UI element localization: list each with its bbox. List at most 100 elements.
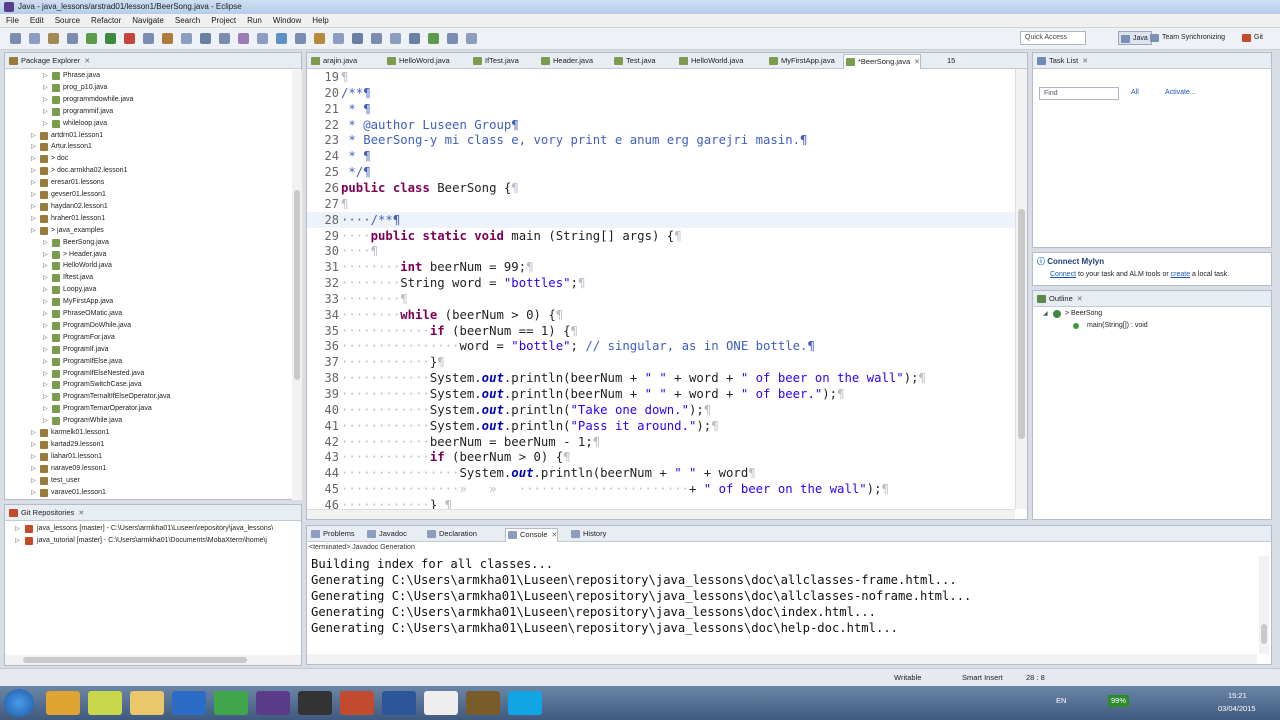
code-line[interactable]: 19 ¶ [307, 69, 1015, 85]
code-area[interactable]: 19 ¶ 20/**¶ 21 * ¶ 22 * @author Luseen Group… [307, 69, 1015, 509]
menu-refactor[interactable]: Refactor [85, 14, 126, 27]
toolbar-button-icon[interactable] [162, 33, 173, 44]
package-tree-item[interactable]: ▷ BeerSong.java [5, 237, 291, 249]
expand-arrow-icon[interactable]: ▷ [31, 439, 37, 451]
package-tree-item[interactable]: ▷ ProgramDoWhile.java [5, 320, 291, 332]
package-tree-item[interactable]: ▷ MyFirstApp.java [5, 296, 291, 308]
package-tree-item[interactable]: ▷ ProgramIfElse.java [5, 356, 291, 368]
code-line[interactable]: 39 ············System.out.println(beerNum… [307, 386, 1015, 402]
code-line[interactable]: 32 ········String word = "bottles";¶ [307, 275, 1015, 291]
package-tree-item[interactable]: ▷ > doc [5, 153, 291, 165]
package-tree-item[interactable]: ▷ Phrase.java [5, 70, 291, 82]
expand-arrow-icon[interactable]: ▷ [43, 260, 49, 272]
expand-arrow-icon[interactable]: ▷ [43, 308, 49, 320]
tool-icon[interactable] [88, 691, 122, 715]
mylyn-connect-link[interactable]: Connect [1050, 271, 1076, 278]
package-tree-item[interactable]: ▷ ProgramTernaltIfElseOperator.java [5, 391, 291, 403]
menu-run[interactable]: Run [241, 14, 267, 27]
expand-arrow-icon[interactable]: ▷ [43, 237, 49, 249]
close-icon[interactable]: ✕ [78, 510, 84, 517]
expand-arrow-icon[interactable]: ▷ [31, 165, 37, 177]
code-line[interactable]: 43 ············if (beerNum > 0) {¶ [307, 449, 1015, 465]
package-tree-item[interactable]: ▷ HelloWorld.java [5, 260, 291, 272]
toolbar-button-icon[interactable] [200, 33, 211, 44]
package-tree-item[interactable]: ▷ liahar01.lesson1 [5, 451, 291, 463]
editor-tab[interactable]: 15 [933, 54, 955, 69]
git-hscrollbar[interactable] [5, 655, 301, 665]
expand-arrow-icon[interactable]: ▷ [43, 403, 49, 415]
expand-arrow-icon[interactable]: ▷ [31, 427, 37, 439]
expand-arrow-icon[interactable]: ▷ [43, 70, 49, 82]
package-tree-item[interactable]: ▷ > doc.armkha02.lesson1 [5, 165, 291, 177]
toolbar-button-icon[interactable] [371, 33, 382, 44]
code-line[interactable]: 45 ················» » ··················… [307, 481, 1015, 497]
package-tree-item[interactable]: ▷ karmelk01.lesson1 [5, 427, 291, 439]
toolbar-button-icon[interactable] [219, 33, 230, 44]
editor-tab[interactable]: HelloWorld.java [677, 54, 743, 69]
perspective-git[interactable]: Git [1240, 31, 1266, 45]
close-icon[interactable]: ✕ [552, 532, 558, 539]
code-line[interactable]: 28 ····/**¶ [307, 211, 1015, 228]
bottom-tab-javadoc[interactable]: Javadoc [365, 528, 407, 542]
app-icon[interactable] [466, 691, 500, 715]
toolbar-button-icon[interactable] [143, 33, 154, 44]
document-icon[interactable] [424, 691, 458, 715]
package-tree-item[interactable]: ▷ haydan02.lesson1 [5, 201, 291, 213]
outline-class-node[interactable]: ◢ > BeerSong [1033, 308, 1263, 320]
package-tree-item[interactable]: ▷ kartad29.lesson1 [5, 439, 291, 451]
expand-arrow-icon[interactable]: ▷ [43, 118, 49, 130]
package-tree-item[interactable]: ▷ programmdowhile.java [5, 94, 291, 106]
task-filter-all[interactable]: All [1131, 89, 1139, 96]
editor-tab[interactable]: IfTest.java [471, 54, 519, 69]
expand-arrow-icon[interactable]: ▷ [43, 82, 49, 94]
package-tree-item[interactable]: ▷ whileloop.java [5, 118, 291, 130]
bottom-tab-history[interactable]: History [569, 528, 606, 542]
skype-icon[interactable] [508, 691, 542, 715]
menu-edit[interactable]: Edit [24, 14, 49, 27]
toolbar-button-icon[interactable] [257, 33, 268, 44]
scroll-thumb[interactable] [23, 657, 247, 663]
expand-arrow-icon[interactable]: ▷ [31, 463, 37, 475]
clock-time[interactable]: 15:21 [1228, 690, 1247, 702]
code-line[interactable]: 20/**¶ [307, 85, 1015, 101]
package-tree-item[interactable]: ▷ Artur.lesson1 [5, 141, 291, 153]
expand-arrow-icon[interactable]: ▷ [31, 201, 37, 213]
toolbar-button-icon[interactable] [466, 33, 477, 44]
menu-source[interactable]: Source [49, 14, 85, 27]
toolbar-button-icon[interactable] [67, 33, 78, 44]
toolbar-button-icon[interactable] [86, 33, 97, 44]
expand-arrow-icon[interactable]: ▷ [31, 487, 37, 499]
toolbar-button-icon[interactable] [352, 33, 363, 44]
expand-arrow-icon[interactable]: ▷ [43, 284, 49, 296]
expand-arrow-icon[interactable]: ▷ [43, 391, 49, 403]
toolbar-button-icon[interactable] [10, 33, 21, 44]
menu-project[interactable]: Project [205, 14, 241, 27]
word-icon[interactable] [382, 691, 416, 715]
toolbar-button-icon[interactable] [29, 33, 40, 44]
package-tree-item[interactable]: ▷ hraher01.lesson1 [5, 213, 291, 225]
expand-arrow-icon[interactable]: ▷ [43, 356, 49, 368]
toolbar-button-icon[interactable] [390, 33, 401, 44]
code-line[interactable]: 35 ············if (beerNum == 1) {¶ [307, 323, 1015, 339]
toolbar-button-icon[interactable] [314, 33, 325, 44]
code-line[interactable]: 41 ············System.out.println("Pass i… [307, 418, 1015, 434]
code-line[interactable]: 34 ········while (beerNum > 0) {¶ [307, 307, 1015, 323]
bottom-tab-console[interactable]: Console ✕ [505, 528, 559, 542]
package-tree-item[interactable]: ▷ programmif.java [5, 106, 291, 118]
clock-date[interactable]: 03/04/2015 [1218, 703, 1256, 715]
code-line[interactable]: 36 ················word = "bottle"; // si… [307, 338, 1015, 354]
package-tree-item[interactable]: ▷ Iftest.java [5, 272, 291, 284]
expand-arrow-icon[interactable]: ▷ [43, 415, 49, 427]
menu-navigate[interactable]: Navigate [126, 14, 169, 27]
toolbar-button-icon[interactable] [295, 33, 306, 44]
package-tree-item[interactable]: ▷ prog_p10.java [5, 82, 291, 94]
code-line[interactable]: 26 public class BeerSong {¶ [307, 180, 1015, 196]
toolbar-button-icon[interactable] [447, 33, 458, 44]
editor-tab[interactable]: MyFirstApp.java [767, 54, 835, 69]
toolbar-button-icon[interactable] [333, 33, 344, 44]
console-hscrollbar[interactable] [307, 654, 1257, 664]
package-tree-item[interactable]: ▷ gevser01.lesson1 [5, 189, 291, 201]
code-line[interactable]: 29 ····public static void main (String[] … [307, 228, 1015, 244]
editor-tab[interactable]: HelloWord.java [385, 54, 450, 69]
package-tree-item[interactable]: ▷ Loopy.java [5, 284, 291, 296]
